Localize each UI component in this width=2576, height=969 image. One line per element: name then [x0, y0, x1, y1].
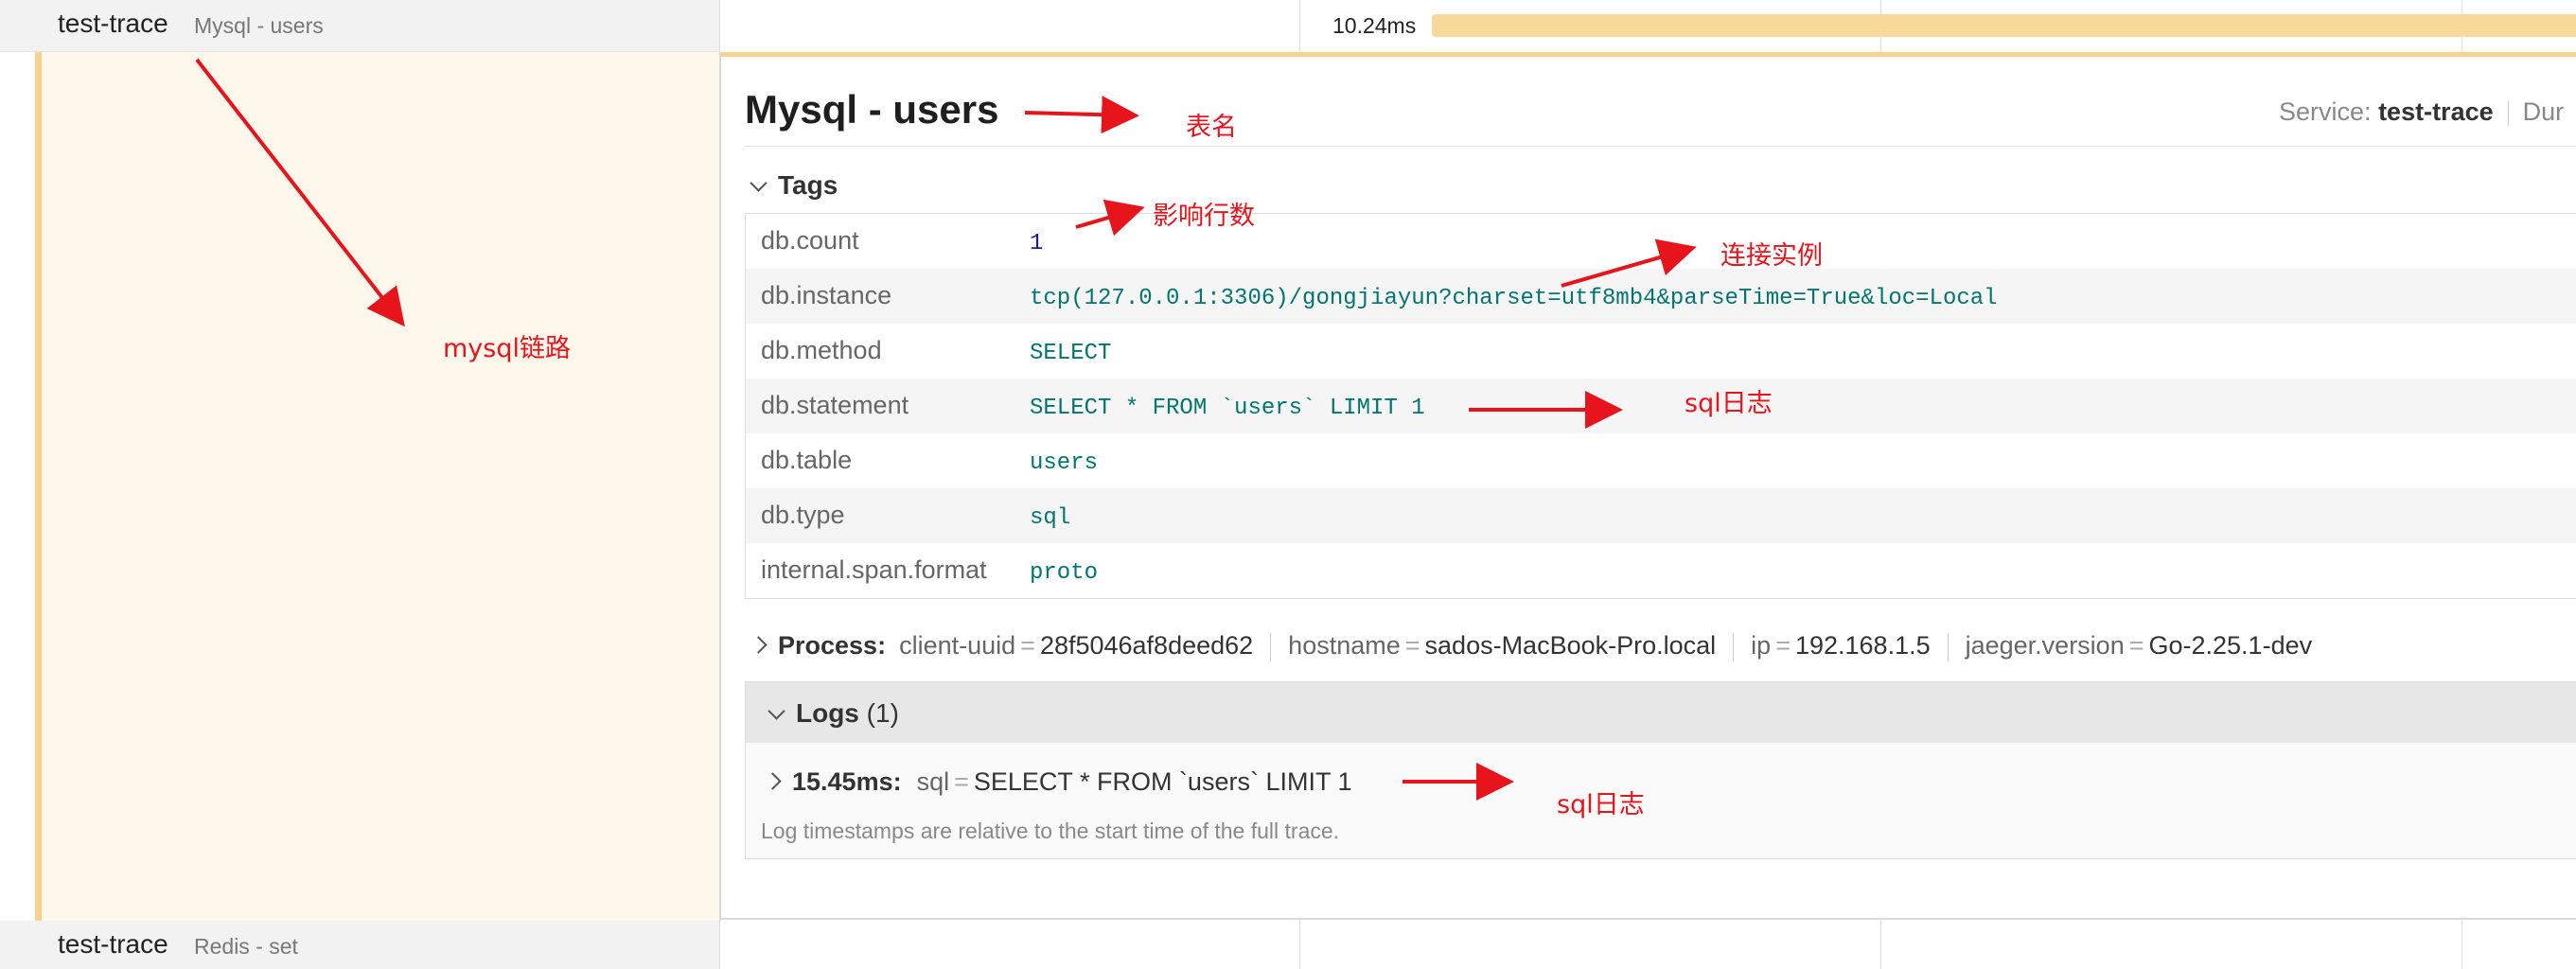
annotation-sql-log: sql日志	[1685, 389, 1773, 418]
annotation-affected-rows: 影响行数	[1153, 202, 1255, 231]
arrow-icon	[195, 58, 405, 327]
annotation-sql-log: sql日志	[1557, 790, 1645, 819]
arrow-icon	[1561, 238, 1697, 288]
arrow-icon	[1075, 199, 1145, 237]
annotation-mysql-trace: mysql链路	[443, 334, 571, 363]
annotation-connection-instance: 连接实例	[1720, 241, 1823, 271]
arrow-icon	[1024, 96, 1139, 134]
annotation-table-name: 表名	[1186, 113, 1237, 142]
annotation-arrows	[195, 58, 1697, 801]
